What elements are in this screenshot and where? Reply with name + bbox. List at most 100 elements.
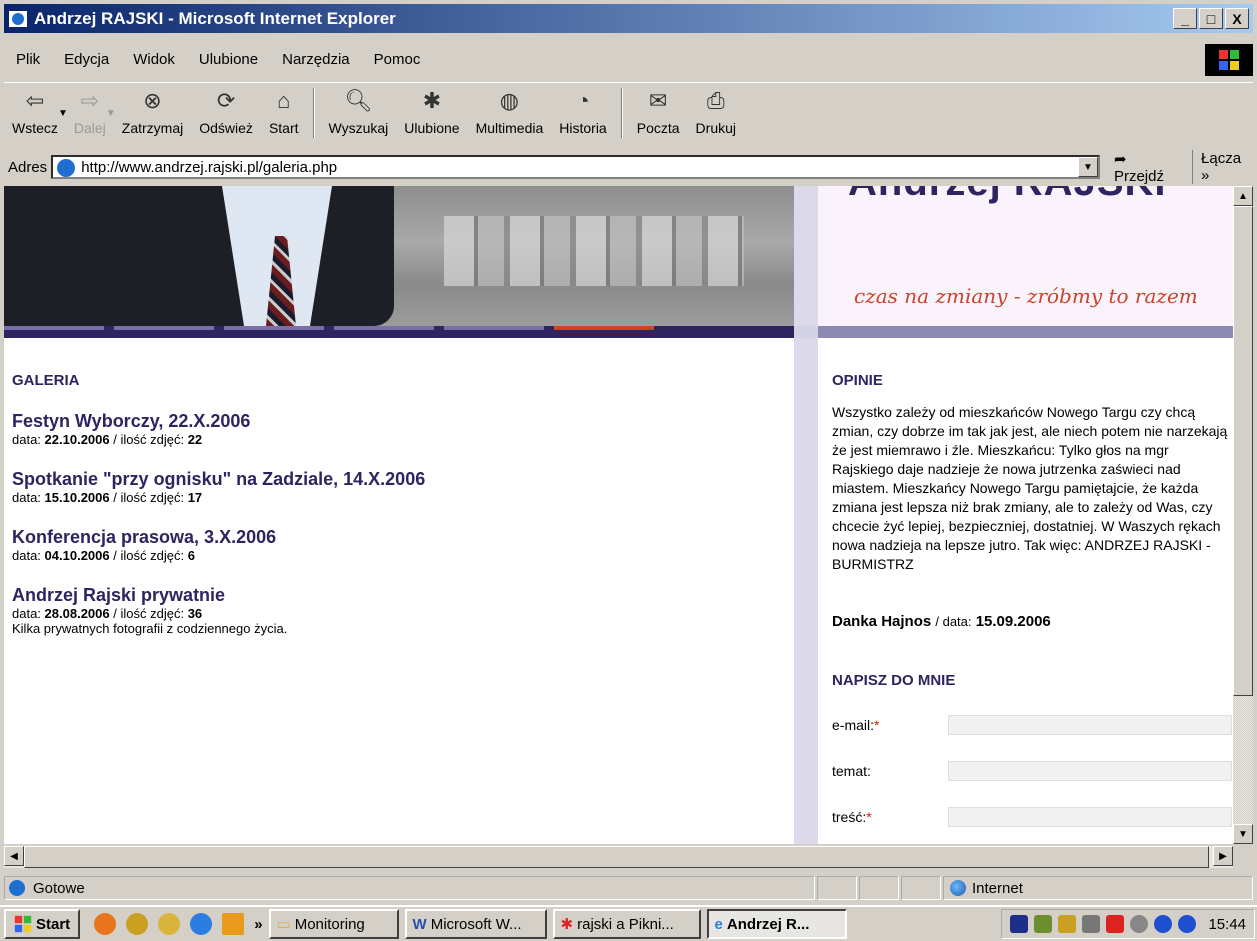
horizontal-scrollbar[interactable]: ◀ ▶ [4, 846, 1233, 868]
tray-app-icon[interactable] [1130, 915, 1149, 933]
column-divider [794, 186, 818, 844]
toolbar-separator [312, 88, 315, 138]
print-label: Drukuj [695, 120, 737, 136]
info-icon[interactable] [1178, 915, 1197, 933]
back-label: Wstecz [12, 120, 58, 136]
scroll-right-icon[interactable]: ▶ [1213, 846, 1233, 866]
address-dropdown-icon[interactable]: ▼ [1077, 157, 1098, 177]
body-row: treść:* [832, 807, 1232, 827]
clock[interactable]: 15:44 [1208, 916, 1246, 933]
nav-tab[interactable] [4, 326, 104, 330]
refresh-button[interactable]: ⟳ Odśwież [191, 84, 261, 144]
nav-tab-active[interactable] [554, 326, 654, 330]
favorites-button[interactable]: ✱ Ulubione [396, 84, 467, 144]
favorites-label: Ulubione [404, 120, 460, 136]
menu-ulubione[interactable]: Ulubione [187, 51, 270, 68]
page-viewport: Andrzej RAJSKI czas na zmiany - zróbmy t… [4, 186, 1233, 844]
opinion-text: Wszystko zależy od mieszkańców Nowego Ta… [832, 404, 1228, 572]
vertical-scroll-thumb[interactable] [1233, 206, 1253, 696]
status-cell [817, 876, 857, 900]
ie-icon: e [714, 915, 723, 933]
task-ie-active[interactable]: e Andrzej R... [706, 909, 847, 939]
horizontal-scroll-thumb[interactable] [24, 846, 1209, 868]
search-button[interactable]: 🔍︎ Wyszukaj [321, 84, 397, 144]
gallery-title-link[interactable]: Festyn Wyborczy, 22.X.2006 [12, 411, 792, 432]
back-button[interactable]: ⇦ Wstecz ▼ [4, 84, 68, 144]
tray-app-icon[interactable] [1082, 915, 1101, 933]
windows-flag-icon [14, 915, 32, 933]
page-icon [57, 159, 76, 177]
quick-launch: » [94, 913, 263, 935]
task-word[interactable]: W Microsoft W... [404, 909, 547, 939]
email-field[interactable] [947, 715, 1232, 735]
search-label: Wyszukaj [328, 120, 389, 136]
banner-slogan: czas na zmiany - zróbmy to razem [854, 284, 1198, 308]
minimize-button[interactable]: _ [1173, 8, 1197, 29]
language-icon[interactable] [1010, 915, 1029, 933]
opinion-author: Danka Hajnos [832, 613, 932, 630]
scroll-up-icon[interactable]: ▲ [1233, 186, 1253, 206]
menu-edycja[interactable]: Edycja [52, 51, 121, 68]
gallery-meta: data: 15.10.2006 / ilość zdjęć: 17 [12, 490, 203, 505]
ie-icon[interactable] [190, 913, 213, 935]
gallery-item: Konferencja prasowa, 3.X.2006 data: 04.1… [12, 527, 792, 563]
menu-pomoc[interactable]: Pomoc [362, 51, 433, 68]
print-button[interactable]: ⎙ Drukuj [688, 84, 744, 144]
gallery-meta: data: 28.08.2006 / ilość zdjęć: 36 [12, 606, 203, 621]
tray-app-icon[interactable] [1154, 915, 1173, 933]
forward-arrow-icon: ⇨ [80, 88, 100, 113]
links-button[interactable]: Łącza » [1192, 150, 1253, 184]
media-label: Multimedia [475, 120, 544, 136]
mail-button[interactable]: ✉ Poczta [629, 84, 688, 144]
stop-icon: ⊗ [143, 88, 162, 113]
refresh-icon: ⟳ [216, 88, 236, 113]
forward-label: Dalej [73, 120, 106, 136]
home-button[interactable]: ⌂ Start [261, 84, 307, 144]
gallery-title-link[interactable]: Spotkanie "przy ognisku" na Zadziale, 14… [12, 469, 792, 490]
tray-app-icon[interactable] [1058, 915, 1077, 933]
gallery-title-link[interactable]: Konferencja prasowa, 3.X.2006 [12, 527, 792, 548]
gallery-meta: data: 22.10.2006 / ilość zdjęć: 22 [12, 432, 203, 447]
maximize-button[interactable]: □ [1199, 8, 1223, 29]
body-label: treść:* [832, 809, 872, 825]
more-icon[interactable]: » [254, 916, 262, 933]
menu-plik[interactable]: Plik [4, 51, 52, 68]
quicklaunch-app-icon[interactable] [158, 913, 181, 935]
subject-label: temat: [832, 763, 871, 779]
task-rajski[interactable]: ✱ rajski a Pikni... [552, 909, 701, 939]
task-monitoring[interactable]: ▭ Monitoring [268, 909, 399, 939]
menu-narzedzia[interactable]: Narzędzia [270, 51, 362, 68]
tray-app-icon[interactable] [1106, 915, 1125, 933]
gallery-title-link[interactable]: Andrzej Rajski prywatnie [12, 585, 792, 606]
start-button[interactable]: Start [4, 909, 81, 939]
nav-tab[interactable] [444, 326, 544, 330]
history-button[interactable]: ◔ Historia [551, 84, 614, 144]
forward-button[interactable]: ⇨ Dalej ▼ [66, 84, 116, 144]
page-icon [9, 880, 25, 896]
body-field[interactable] [947, 807, 1232, 827]
subject-row: temat: [832, 761, 1232, 781]
scroll-down-icon[interactable]: ▼ [1233, 824, 1253, 844]
mail-icon: ✉ [648, 88, 668, 113]
nav-tab[interactable] [114, 326, 214, 330]
back-arrow-icon: ⇦ [25, 88, 45, 113]
media-button[interactable]: ◍ Multimedia [468, 84, 552, 144]
media-player-icon[interactable] [222, 913, 245, 935]
opinion-author-line: Danka Hajnos / data: 15.09.2006 [832, 613, 1051, 630]
volume-icon[interactable] [1034, 915, 1053, 933]
gallery-column: GALERIA Festyn Wyborczy, 22.X.2006 data:… [12, 372, 792, 636]
stop-button[interactable]: ⊗ Zatrzymaj [114, 84, 191, 144]
subject-field[interactable] [947, 761, 1232, 781]
opinions-heading: OPINIE [832, 372, 883, 389]
nav-tab[interactable] [334, 326, 434, 330]
app-icon: ✱ [560, 916, 574, 933]
menu-widok[interactable]: Widok [121, 51, 187, 68]
quicklaunch-app-icon[interactable] [126, 913, 149, 935]
vertical-scrollbar[interactable]: ▲ ▼ [1233, 186, 1253, 844]
close-button[interactable]: X [1225, 8, 1249, 29]
nav-tab[interactable] [224, 326, 324, 330]
go-button[interactable]: ➦ Przejdź [1110, 150, 1184, 185]
firefox-icon[interactable] [94, 913, 117, 935]
address-input[interactable]: http://www.andrzej.rajski.pl/galeria.php… [51, 155, 1100, 179]
scroll-left-icon[interactable]: ◀ [4, 846, 24, 866]
